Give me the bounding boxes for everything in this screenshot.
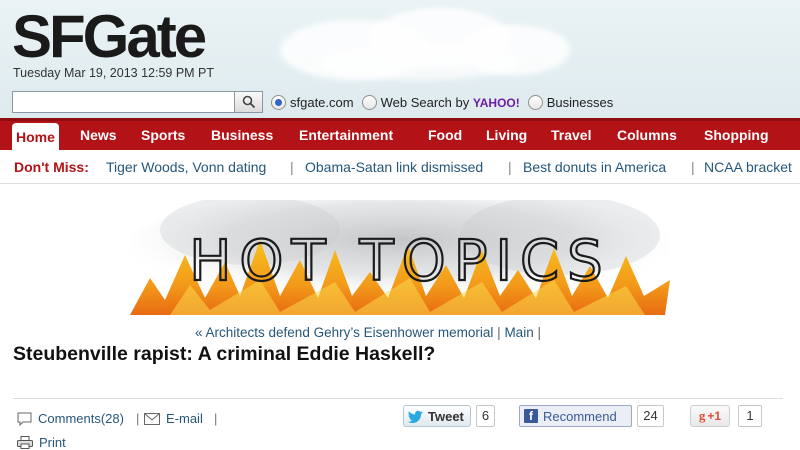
hot-topics-graphic: HOT TOPICS — [130, 190, 670, 315]
magnifier-icon — [242, 95, 255, 109]
radio-web-search[interactable] — [361, 94, 377, 110]
dont-miss-link[interactable]: NCAA bracket — [704, 159, 792, 175]
cloud-decoration — [320, 45, 520, 80]
dont-miss-link[interactable]: Tiger Woods, Vonn dating — [106, 159, 266, 175]
radio-businesses[interactable] — [527, 94, 543, 110]
site-header: SFGate Tuesday Mar 19, 2013 12:59 PM PT … — [0, 0, 800, 118]
tweet-button[interactable]: Tweet — [403, 405, 471, 427]
dont-miss-link[interactable]: Best donuts in America — [523, 159, 666, 175]
google-plus-button[interactable]: g +1 — [690, 405, 730, 427]
nav-item-home[interactable]: Home — [12, 123, 59, 153]
dont-miss-bar: Don't Miss: Tiger Woods, Vonn dating | O… — [0, 150, 800, 184]
comment-icon — [17, 412, 32, 426]
separator: | — [290, 159, 294, 175]
print-link[interactable]: Print — [17, 435, 66, 450]
print-label: Print — [39, 435, 66, 450]
divider — [13, 398, 783, 399]
twitter-bird-icon — [408, 410, 423, 423]
nav-item-sports[interactable]: Sports — [141, 121, 185, 150]
facebook-icon: f — [524, 409, 538, 423]
site-logo[interactable]: SFGate — [12, 2, 207, 71]
hot-topics-banner[interactable]: HOT TOPICS — [130, 190, 670, 320]
nav-item-news[interactable]: News — [80, 121, 117, 150]
tweet-count: 6 — [476, 405, 495, 427]
nav-item-living[interactable]: Living — [486, 121, 527, 150]
nav-item-business[interactable]: Business — [211, 121, 273, 150]
separator: | — [508, 159, 512, 175]
printer-icon — [17, 436, 33, 449]
email-link[interactable]: E-mail — [166, 411, 203, 426]
google-g-icon: g — [698, 408, 706, 423]
recommend-label: Recommend — [543, 408, 617, 424]
radio-web-search-label: Web Search by YAHOO! — [380, 94, 520, 110]
separator: | — [691, 159, 695, 175]
nav-item-columns[interactable]: Columns — [617, 121, 677, 150]
radio-sfgate[interactable] — [271, 94, 286, 110]
search-input[interactable] — [12, 91, 235, 113]
article-tools: Comments(28) | E-mail | — [0, 402, 800, 432]
comments-link[interactable]: Comments(28) — [38, 411, 124, 426]
dont-miss-link[interactable]: Obama-Satan link dismissed — [305, 159, 483, 175]
separator: | — [537, 325, 541, 340]
nav-item-entertainment[interactable]: Entertainment — [299, 121, 393, 150]
dateline: Tuesday Mar 19, 2013 12:59 PM PT — [13, 66, 215, 80]
gplus-label: +1 — [707, 409, 722, 423]
gplus-count: 1 — [738, 405, 762, 427]
separator: | — [136, 411, 140, 426]
search-button[interactable] — [235, 91, 263, 113]
tweet-label: Tweet — [428, 408, 464, 424]
facebook-recommend-button[interactable]: f Recommend — [519, 405, 632, 427]
recommend-count: 24 — [637, 405, 664, 427]
nav-item-travel[interactable]: Travel — [551, 121, 591, 150]
prev-article-link[interactable]: « Architects defend Gehry’s Eisenhower m… — [195, 325, 493, 340]
dont-miss-label: Don't Miss: — [14, 159, 89, 175]
nav-item-shopping[interactable]: Shopping — [704, 121, 769, 150]
email-icon — [144, 413, 160, 425]
main-nav: Home News Sports Business Entertainment … — [0, 118, 800, 153]
search-bar: sfgate.com Web Search by YAHOO! Business… — [12, 90, 613, 114]
yahoo-brand: YAHOO! — [472, 95, 520, 110]
main-link[interactable]: Main — [504, 325, 533, 340]
article-headline: Steubenville rapist: A criminal Eddie Ha… — [13, 343, 436, 365]
radio-businesses-label: Businesses — [546, 94, 614, 110]
nav-item-food[interactable]: Food — [428, 121, 462, 150]
hot-topics-text: HOT TOPICS — [189, 229, 610, 294]
article-subnav: « Architects defend Gehry’s Eisenhower m… — [195, 325, 541, 340]
radio-sfgate-label: sfgate.com — [290, 94, 354, 110]
separator: | — [214, 411, 218, 426]
